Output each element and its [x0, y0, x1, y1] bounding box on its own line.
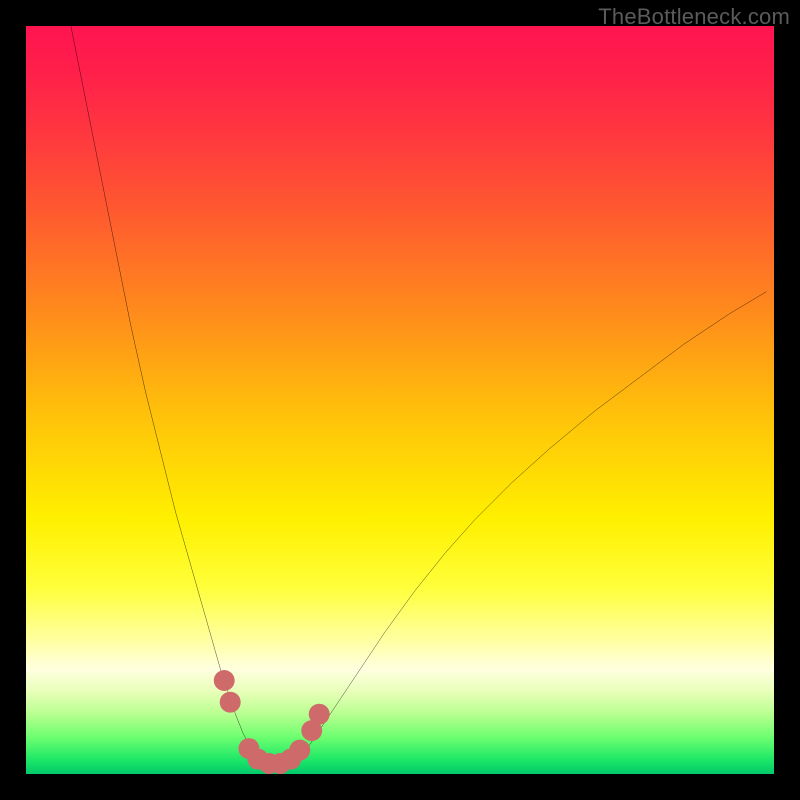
- marker-dot: [309, 704, 330, 725]
- marker-dot: [289, 740, 310, 761]
- marker-dot: [220, 692, 241, 713]
- highlight-markers: [26, 26, 774, 774]
- chart-frame: TheBottleneck.com: [0, 0, 800, 800]
- marker-dot: [214, 670, 235, 691]
- watermark-text: TheBottleneck.com: [598, 4, 790, 30]
- plot-area: [26, 26, 774, 774]
